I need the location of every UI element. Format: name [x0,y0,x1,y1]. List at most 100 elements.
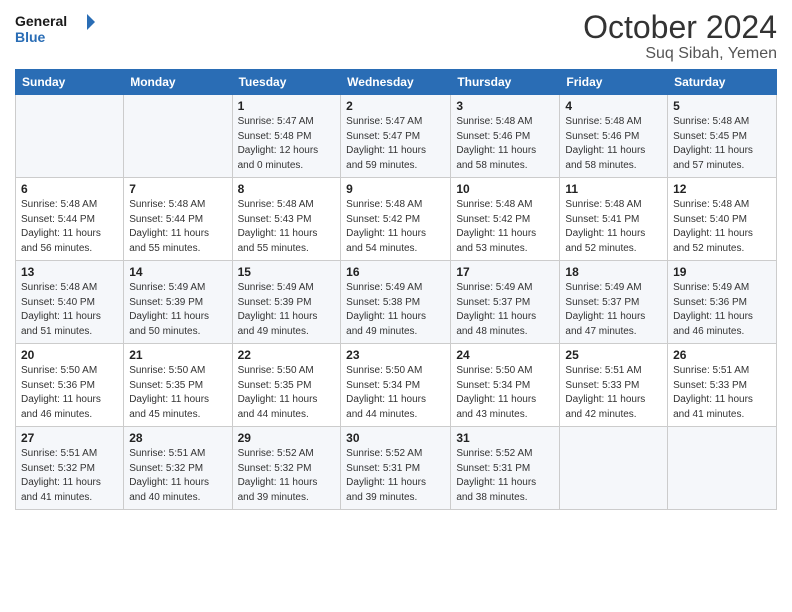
day-number: 18 [565,265,662,279]
day-info: Sunrise: 5:49 AMSunset: 5:38 PMDaylight:… [346,282,426,337]
calendar-cell: 10 Sunrise: 5:48 AMSunset: 5:42 PMDaylig… [451,178,560,261]
calendar-week-row: 1 Sunrise: 5:47 AMSunset: 5:48 PMDayligh… [16,95,777,178]
calendar-cell: 11 Sunrise: 5:48 AMSunset: 5:41 PMDaylig… [560,178,668,261]
day-info: Sunrise: 5:50 AMSunset: 5:34 PMDaylight:… [346,365,426,420]
calendar-cell: 27 Sunrise: 5:51 AMSunset: 5:32 PMDaylig… [16,427,124,510]
day-info: Sunrise: 5:48 AMSunset: 5:44 PMDaylight:… [21,199,101,254]
calendar-cell: 17 Sunrise: 5:49 AMSunset: 5:37 PMDaylig… [451,261,560,344]
day-info: Sunrise: 5:51 AMSunset: 5:33 PMDaylight:… [565,365,645,420]
day-info: Sunrise: 5:50 AMSunset: 5:34 PMDaylight:… [456,365,536,420]
location-subtitle: Suq Sibah, Yemen [583,45,777,63]
calendar-cell [124,95,232,178]
day-info: Sunrise: 5:50 AMSunset: 5:35 PMDaylight:… [238,365,318,420]
day-info: Sunrise: 5:48 AMSunset: 5:42 PMDaylight:… [346,199,426,254]
day-info: Sunrise: 5:48 AMSunset: 5:42 PMDaylight:… [456,199,536,254]
day-info: Sunrise: 5:51 AMSunset: 5:32 PMDaylight:… [21,448,101,503]
calendar-cell [560,427,668,510]
calendar-cell: 1 Sunrise: 5:47 AMSunset: 5:48 PMDayligh… [232,95,341,178]
day-info: Sunrise: 5:48 AMSunset: 5:44 PMDaylight:… [129,199,209,254]
day-info: Sunrise: 5:48 AMSunset: 5:40 PMDaylight:… [673,199,753,254]
day-number: 9 [346,182,445,196]
day-number: 17 [456,265,554,279]
day-info: Sunrise: 5:51 AMSunset: 5:32 PMDaylight:… [129,448,209,503]
day-info: Sunrise: 5:48 AMSunset: 5:40 PMDaylight:… [21,282,101,337]
calendar-cell: 29 Sunrise: 5:52 AMSunset: 5:32 PMDaylig… [232,427,341,510]
day-number: 26 [673,348,771,362]
day-info: Sunrise: 5:49 AMSunset: 5:36 PMDaylight:… [673,282,753,337]
day-info: Sunrise: 5:50 AMSunset: 5:35 PMDaylight:… [129,365,209,420]
day-number: 4 [565,99,662,113]
calendar-cell: 24 Sunrise: 5:50 AMSunset: 5:34 PMDaylig… [451,344,560,427]
calendar-cell: 8 Sunrise: 5:48 AMSunset: 5:43 PMDayligh… [232,178,341,261]
day-number: 2 [346,99,445,113]
calendar-cell: 21 Sunrise: 5:50 AMSunset: 5:35 PMDaylig… [124,344,232,427]
day-number: 29 [238,431,336,445]
col-friday: Friday [560,70,668,95]
day-info: Sunrise: 5:50 AMSunset: 5:36 PMDaylight:… [21,365,101,420]
month-title: October 2024 [583,10,777,45]
calendar-cell: 26 Sunrise: 5:51 AMSunset: 5:33 PMDaylig… [668,344,777,427]
day-number: 24 [456,348,554,362]
day-info: Sunrise: 5:47 AMSunset: 5:47 PMDaylight:… [346,116,426,171]
calendar-week-row: 6 Sunrise: 5:48 AMSunset: 5:44 PMDayligh… [16,178,777,261]
col-thursday: Thursday [451,70,560,95]
day-number: 23 [346,348,445,362]
day-info: Sunrise: 5:48 AMSunset: 5:41 PMDaylight:… [565,199,645,254]
calendar-week-row: 27 Sunrise: 5:51 AMSunset: 5:32 PMDaylig… [16,427,777,510]
day-number: 12 [673,182,771,196]
calendar-cell: 23 Sunrise: 5:50 AMSunset: 5:34 PMDaylig… [341,344,451,427]
page-container: General Blue October 2024 Suq Sibah, Yem… [0,0,792,520]
day-number: 19 [673,265,771,279]
day-number: 20 [21,348,118,362]
title-block: October 2024 Suq Sibah, Yemen [583,10,777,63]
day-number: 1 [238,99,336,113]
calendar-cell [668,427,777,510]
logo-svg: General Blue [15,10,95,50]
calendar-cell: 31 Sunrise: 5:52 AMSunset: 5:31 PMDaylig… [451,427,560,510]
day-info: Sunrise: 5:48 AMSunset: 5:46 PMDaylight:… [565,116,645,171]
calendar-cell: 12 Sunrise: 5:48 AMSunset: 5:40 PMDaylig… [668,178,777,261]
day-number: 27 [21,431,118,445]
calendar-cell: 14 Sunrise: 5:49 AMSunset: 5:39 PMDaylig… [124,261,232,344]
day-number: 15 [238,265,336,279]
day-number: 22 [238,348,336,362]
day-number: 3 [456,99,554,113]
day-number: 25 [565,348,662,362]
calendar-cell: 20 Sunrise: 5:50 AMSunset: 5:36 PMDaylig… [16,344,124,427]
calendar-cell: 9 Sunrise: 5:48 AMSunset: 5:42 PMDayligh… [341,178,451,261]
calendar-cell: 16 Sunrise: 5:49 AMSunset: 5:38 PMDaylig… [341,261,451,344]
day-info: Sunrise: 5:52 AMSunset: 5:31 PMDaylight:… [456,448,536,503]
calendar-cell: 19 Sunrise: 5:49 AMSunset: 5:36 PMDaylig… [668,261,777,344]
day-number: 14 [129,265,226,279]
day-number: 31 [456,431,554,445]
calendar-cell: 30 Sunrise: 5:52 AMSunset: 5:31 PMDaylig… [341,427,451,510]
logo: General Blue [15,10,95,50]
header: General Blue October 2024 Suq Sibah, Yem… [15,10,777,63]
svg-text:Blue: Blue [15,29,46,45]
day-number: 10 [456,182,554,196]
day-info: Sunrise: 5:51 AMSunset: 5:33 PMDaylight:… [673,365,753,420]
day-number: 13 [21,265,118,279]
day-info: Sunrise: 5:48 AMSunset: 5:43 PMDaylight:… [238,199,318,254]
col-saturday: Saturday [668,70,777,95]
day-number: 7 [129,182,226,196]
day-number: 28 [129,431,226,445]
calendar-cell: 7 Sunrise: 5:48 AMSunset: 5:44 PMDayligh… [124,178,232,261]
day-info: Sunrise: 5:47 AMSunset: 5:48 PMDaylight:… [238,116,319,171]
col-sunday: Sunday [16,70,124,95]
day-number: 5 [673,99,771,113]
day-info: Sunrise: 5:48 AMSunset: 5:45 PMDaylight:… [673,116,753,171]
calendar-table: Sunday Monday Tuesday Wednesday Thursday… [15,69,777,510]
calendar-week-row: 13 Sunrise: 5:48 AMSunset: 5:40 PMDaylig… [16,261,777,344]
header-row: Sunday Monday Tuesday Wednesday Thursday… [16,70,777,95]
calendar-cell [16,95,124,178]
calendar-cell: 6 Sunrise: 5:48 AMSunset: 5:44 PMDayligh… [16,178,124,261]
day-number: 30 [346,431,445,445]
calendar-week-row: 20 Sunrise: 5:50 AMSunset: 5:36 PMDaylig… [16,344,777,427]
calendar-cell: 28 Sunrise: 5:51 AMSunset: 5:32 PMDaylig… [124,427,232,510]
day-number: 6 [21,182,118,196]
col-wednesday: Wednesday [341,70,451,95]
day-number: 16 [346,265,445,279]
day-number: 11 [565,182,662,196]
day-number: 21 [129,348,226,362]
